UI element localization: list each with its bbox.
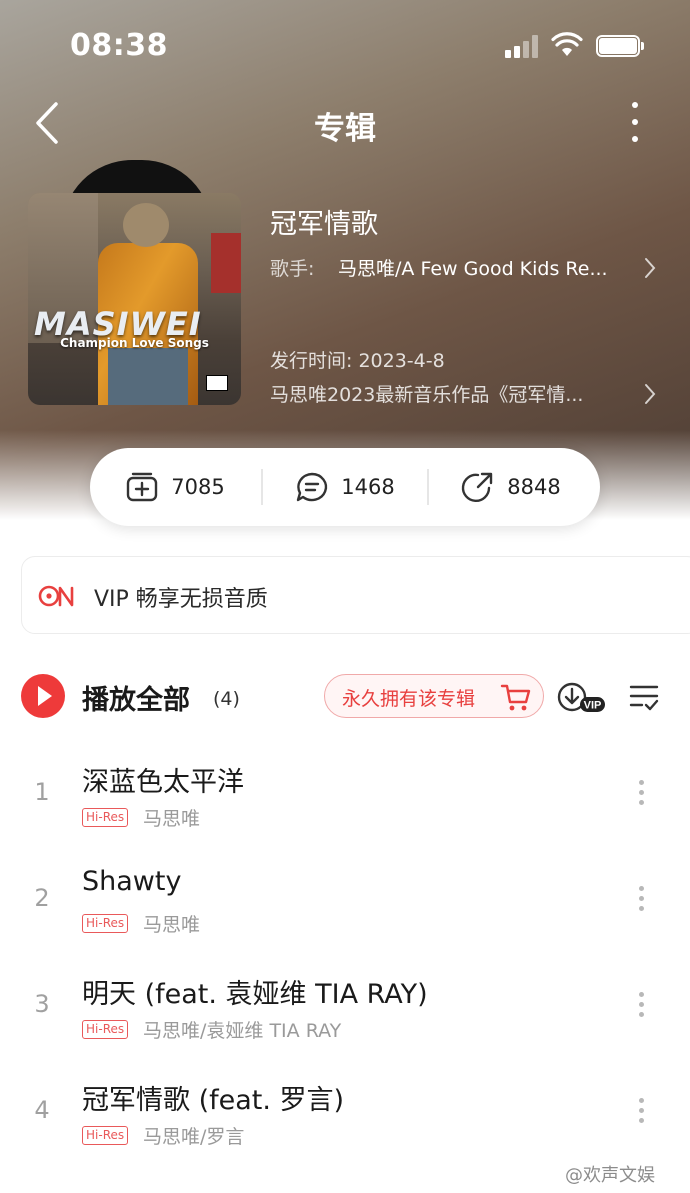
song-number: 1 [34,778,50,806]
play-all-label[interactable]: 播放全部 [82,678,190,717]
vip-lossless-banner[interactable]: VIP 畅享无损音质 [21,556,690,634]
song-artist: 马思唯 [143,808,201,830]
album-description: 马思唯2023最新音乐作品《冠军情... [270,384,584,406]
share-button[interactable]: 8848 [426,448,596,526]
comment-count: 1468 [341,475,395,499]
album-title: 冠军情歌 [270,209,378,240]
artist-name[interactable]: 马思唯/A Few Good Kids Re... [338,254,638,281]
hi-res-badge: Hi-Res [82,808,129,827]
collect-icon [127,472,158,502]
page-title: 专辑 [314,111,376,147]
share-count: 8848 [507,475,561,499]
hi-res-badge: Hi-Res [82,914,129,933]
album-stats-bar: 7085 1468 8848 [90,448,600,526]
album-description-row[interactable]: 马思唯2023最新音乐作品《冠军情... [270,380,660,410]
song-artist: 马思唯 [143,914,201,936]
wifi-icon [551,32,583,56]
song-more-icon[interactable] [636,1096,648,1126]
song-number: 3 [34,990,50,1018]
more-options-icon[interactable] [620,100,650,146]
song-title: 冠军情歌 (feat. 罗言) [82,1085,345,1116]
multi-select-icon[interactable] [628,682,660,712]
artist-row[interactable]: 歌手: 马思唯/A Few Good Kids Re... [270,254,660,284]
comment-icon [297,472,328,502]
battery-icon [596,35,644,57]
song-row[interactable]: 4 冠军情歌 (feat. 罗言) Hi-Res 马思唯/罗言 [0,1060,690,1166]
download-vip-badge: VIP [584,700,602,712]
cover-subtitle: Champion Love Songs [60,336,209,350]
song-more-icon[interactable] [636,884,648,914]
buy-album-label: 永久拥有该专辑 [342,688,476,710]
song-row[interactable]: 1 深蓝色太平洋 Hi-Res 马思唯 [0,742,690,848]
vip-banner-text: VIP 畅享无损音质 [94,587,268,612]
song-title: 明天 (feat. 袁娅维 TIA RAY) [82,979,428,1010]
song-count: (4) [213,688,240,710]
artist-label: 歌手: [270,258,315,280]
vip-download-icon[interactable]: VIP [556,680,606,714]
comments-button[interactable]: 1468 [260,448,430,526]
song-more-icon[interactable] [636,778,648,808]
status-time: 08:38 [70,28,168,63]
song-title: 深蓝色太平洋 [82,767,244,798]
status-bar: 08:38 [0,0,690,92]
collect-count: 7085 [171,475,225,499]
hi-res-badge: Hi-Res [82,1126,129,1145]
share-icon [462,472,493,503]
collect-button[interactable]: 7085 [90,448,260,526]
song-artist: 马思唯/袁娅维 TIA RAY [143,1020,342,1042]
parental-advisory-label [206,375,228,391]
song-row[interactable]: 3 明天 (feat. 袁娅维 TIA RAY) Hi-Res 马思唯/袁娅维 … [0,954,690,1060]
chevron-right-icon [645,384,656,404]
hi-res-badge: Hi-Res [82,1020,129,1039]
watermark: @欢声文娱 [565,1165,655,1186]
chevron-right-icon [645,258,656,278]
play-all-icon[interactable] [21,674,65,718]
song-artist: 马思唯/罗言 [143,1126,245,1148]
cellular-signal-icon [505,34,541,58]
song-more-icon[interactable] [636,990,648,1020]
buy-album-button[interactable]: 永久拥有该专辑 [324,674,544,718]
song-number: 2 [34,884,50,912]
song-number: 4 [34,1096,50,1124]
song-row[interactable]: 2 Shawty Hi-Res 马思唯 [0,848,690,954]
lossless-quality-icon [38,585,74,607]
album-cover[interactable]: MASIWEI Champion Love Songs [28,193,241,405]
release-date: 发行时间: 2023-4-8 [270,350,445,372]
shopping-cart-icon [500,684,531,711]
song-title: Shawty [82,866,182,897]
